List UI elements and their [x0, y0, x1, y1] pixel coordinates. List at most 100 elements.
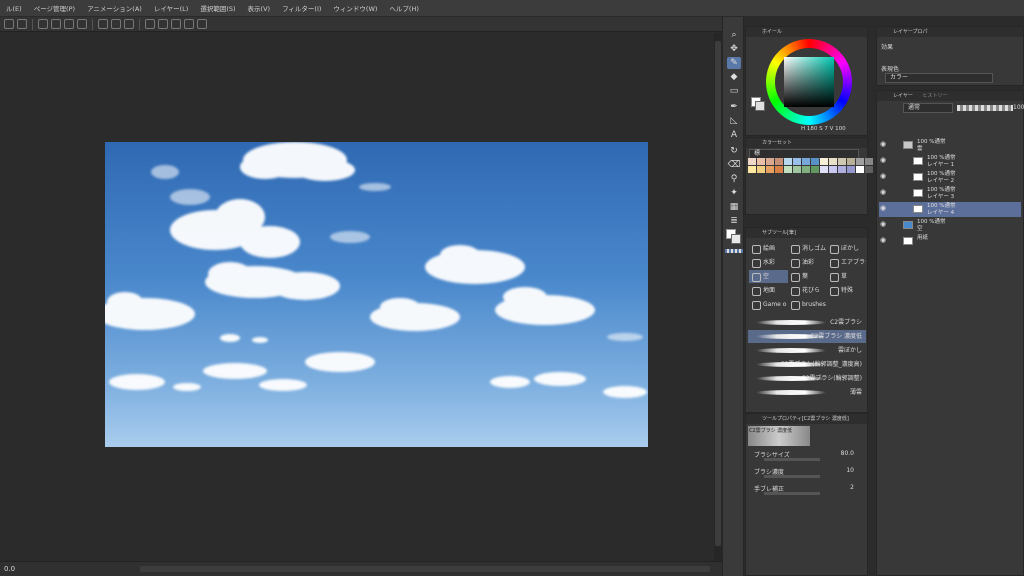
opacity-value[interactable]: 100	[1013, 104, 1024, 111]
property-value[interactable]: 80.0	[841, 450, 854, 457]
color-swatch[interactable]	[793, 158, 801, 165]
select-all-icon[interactable]	[124, 19, 134, 29]
undo-icon[interactable]	[4, 19, 14, 29]
layer-row[interactable]: ◉ 100 %通常空	[879, 218, 1021, 233]
zoom-tool-icon[interactable]: ⌕	[727, 29, 741, 41]
transform-icon[interactable]	[77, 19, 87, 29]
decoration-tool-icon[interactable]: ▦	[727, 201, 741, 213]
selection-tool-icon[interactable]: ▭	[727, 85, 741, 97]
fill-icon[interactable]	[64, 19, 74, 29]
color-swatch[interactable]	[865, 166, 873, 173]
text-tool-icon[interactable]: A	[727, 129, 741, 141]
property-slider[interactable]	[764, 458, 820, 461]
menu-layer[interactable]: レイヤー(L)	[148, 3, 195, 13]
visibility-eye-icon[interactable]: ◉	[880, 237, 886, 244]
move-tool-icon[interactable]: ✥	[727, 43, 741, 55]
layer-row[interactable]: ◉ 100 %通常 レイヤー 1	[879, 154, 1021, 169]
layer-tab[interactable]: レイヤー	[893, 93, 913, 99]
rotate-tool-icon[interactable]: ↻	[727, 145, 741, 157]
color-swatch[interactable]	[766, 158, 774, 165]
sub-tool-group[interactable]: 地面	[749, 284, 788, 297]
brush-list-item[interactable]: C2雲ブラシ	[748, 316, 866, 329]
property-slider[interactable]	[764, 492, 820, 495]
color-swatch[interactable]	[847, 166, 855, 173]
sparkle-tool-icon[interactable]: ✦	[727, 187, 741, 199]
sub-tool-group[interactable]: 葉	[788, 270, 827, 283]
color-set-tab[interactable]: カラーセット	[746, 138, 867, 148]
color-swatch[interactable]	[838, 158, 846, 165]
sub-tool-group[interactable]: ぼかし	[827, 242, 866, 255]
layer-property-tab[interactable]: レイヤープロパ	[877, 27, 1023, 37]
sub-color-swatch[interactable]	[731, 234, 741, 244]
blend-mode-dropdown[interactable]: 通常	[903, 103, 953, 113]
snap-line-icon[interactable]	[171, 19, 181, 29]
sub-tool-group[interactable]: エアブラシ	[827, 256, 866, 269]
visibility-eye-icon[interactable]: ◉	[880, 189, 886, 196]
invert-selection-icon[interactable]	[111, 19, 121, 29]
menu-edit[interactable]: ル(E)	[0, 3, 28, 13]
brush-list-item[interactable]: C2雲ブラシ(輪郭調整_濃度高)	[748, 358, 866, 371]
brush-list-item[interactable]: 雲ぼかし	[748, 344, 866, 357]
color-swatch[interactable]	[802, 158, 810, 165]
menu-selection[interactable]: 選択範囲(S)	[194, 3, 241, 13]
sub-color-chip[interactable]	[755, 101, 765, 111]
color-swatch[interactable]	[793, 166, 801, 173]
menu-animation[interactable]: アニメーション(A)	[81, 3, 148, 13]
clear-icon[interactable]	[51, 19, 61, 29]
menu-window[interactable]: ウィンドウ(W)	[327, 3, 383, 13]
deselect-icon[interactable]	[98, 19, 108, 29]
color-swatch[interactable]	[748, 166, 756, 173]
property-slider[interactable]	[764, 475, 820, 478]
menu-page[interactable]: ページ管理(P)	[28, 3, 81, 13]
document-icon[interactable]	[184, 19, 194, 29]
sub-tool-group[interactable]: 空	[749, 269, 788, 283]
scroll-thumb[interactable]	[715, 41, 721, 546]
color-swatch[interactable]	[784, 166, 792, 173]
color-swatch[interactable]	[775, 158, 783, 165]
figure-tool-icon[interactable]: ◺	[727, 115, 741, 127]
color-swatch[interactable]	[757, 166, 765, 173]
transparent-color-swatch[interactable]	[725, 249, 743, 253]
layer-row[interactable]: ◉ 100 %通常 レイヤー 2	[879, 170, 1021, 185]
sub-tool-group[interactable]: 草	[827, 270, 866, 283]
brush-tool-icon[interactable]: ✎	[727, 57, 741, 69]
color-swatch[interactable]	[811, 166, 819, 173]
tool-property-row[interactable]: 手ブレ補正 2	[754, 484, 864, 495]
color-swatch[interactable]	[820, 158, 828, 165]
redo-icon[interactable]	[17, 19, 27, 29]
color-swatch[interactable]	[847, 158, 855, 165]
snap-icon[interactable]	[158, 19, 168, 29]
link-icon[interactable]	[197, 19, 207, 29]
sub-tool-group[interactable]: brushes	[788, 298, 827, 311]
color-swatch[interactable]	[784, 158, 792, 165]
sub-tool-group[interactable]: 消しゴム	[788, 242, 827, 255]
visibility-eye-icon[interactable]: ◉	[880, 221, 886, 228]
sub-tool-group[interactable]: 油彩	[788, 256, 827, 269]
color-swatch[interactable]	[757, 158, 765, 165]
eraser-tool-icon[interactable]: ⌫	[727, 159, 741, 171]
saturation-value-square[interactable]	[784, 57, 834, 107]
visibility-eye-icon[interactable]: ◉	[880, 205, 886, 212]
menu-filter[interactable]: フィルター(I)	[276, 3, 327, 13]
visibility-eye-icon[interactable]: ◉	[880, 173, 886, 180]
history-tab[interactable]: ヒストリー	[922, 93, 947, 99]
brush-list-item[interactable]: 薄雲	[748, 386, 866, 399]
property-value[interactable]: 10	[846, 467, 854, 474]
layer-row[interactable]: ◉ 100 %通常 レイヤー 3	[879, 186, 1021, 201]
sub-tool-tab[interactable]: サブツール[筆]	[746, 228, 867, 238]
canvas-horizontal-scrollbar[interactable]	[140, 566, 710, 572]
layer-row[interactable]: ◉ 用紙	[879, 234, 1021, 249]
brush-list-item[interactable]: C2雲ブラシ 濃度低	[748, 330, 866, 343]
color-swatch[interactable]	[802, 166, 810, 173]
canvas[interactable]	[105, 142, 648, 447]
layer-row[interactable]: ◉ 100 %通常雲	[879, 138, 1021, 153]
menu-help[interactable]: ヘルプ(H)	[383, 3, 424, 13]
brush-list-item[interactable]: C2雲ブラシ(輪郭調整)	[748, 372, 866, 385]
layer-row[interactable]: ◉ 100 %通常 レイヤー 4	[879, 202, 1021, 217]
color-swatch[interactable]	[865, 158, 873, 165]
color-swatch[interactable]	[820, 166, 828, 173]
sub-tool-group[interactable]: 水彩	[749, 256, 788, 269]
sub-tool-group[interactable]: 特殊	[827, 284, 866, 297]
color-swatch[interactable]	[766, 166, 774, 173]
fill-tool-icon[interactable]: ◆	[727, 71, 741, 83]
